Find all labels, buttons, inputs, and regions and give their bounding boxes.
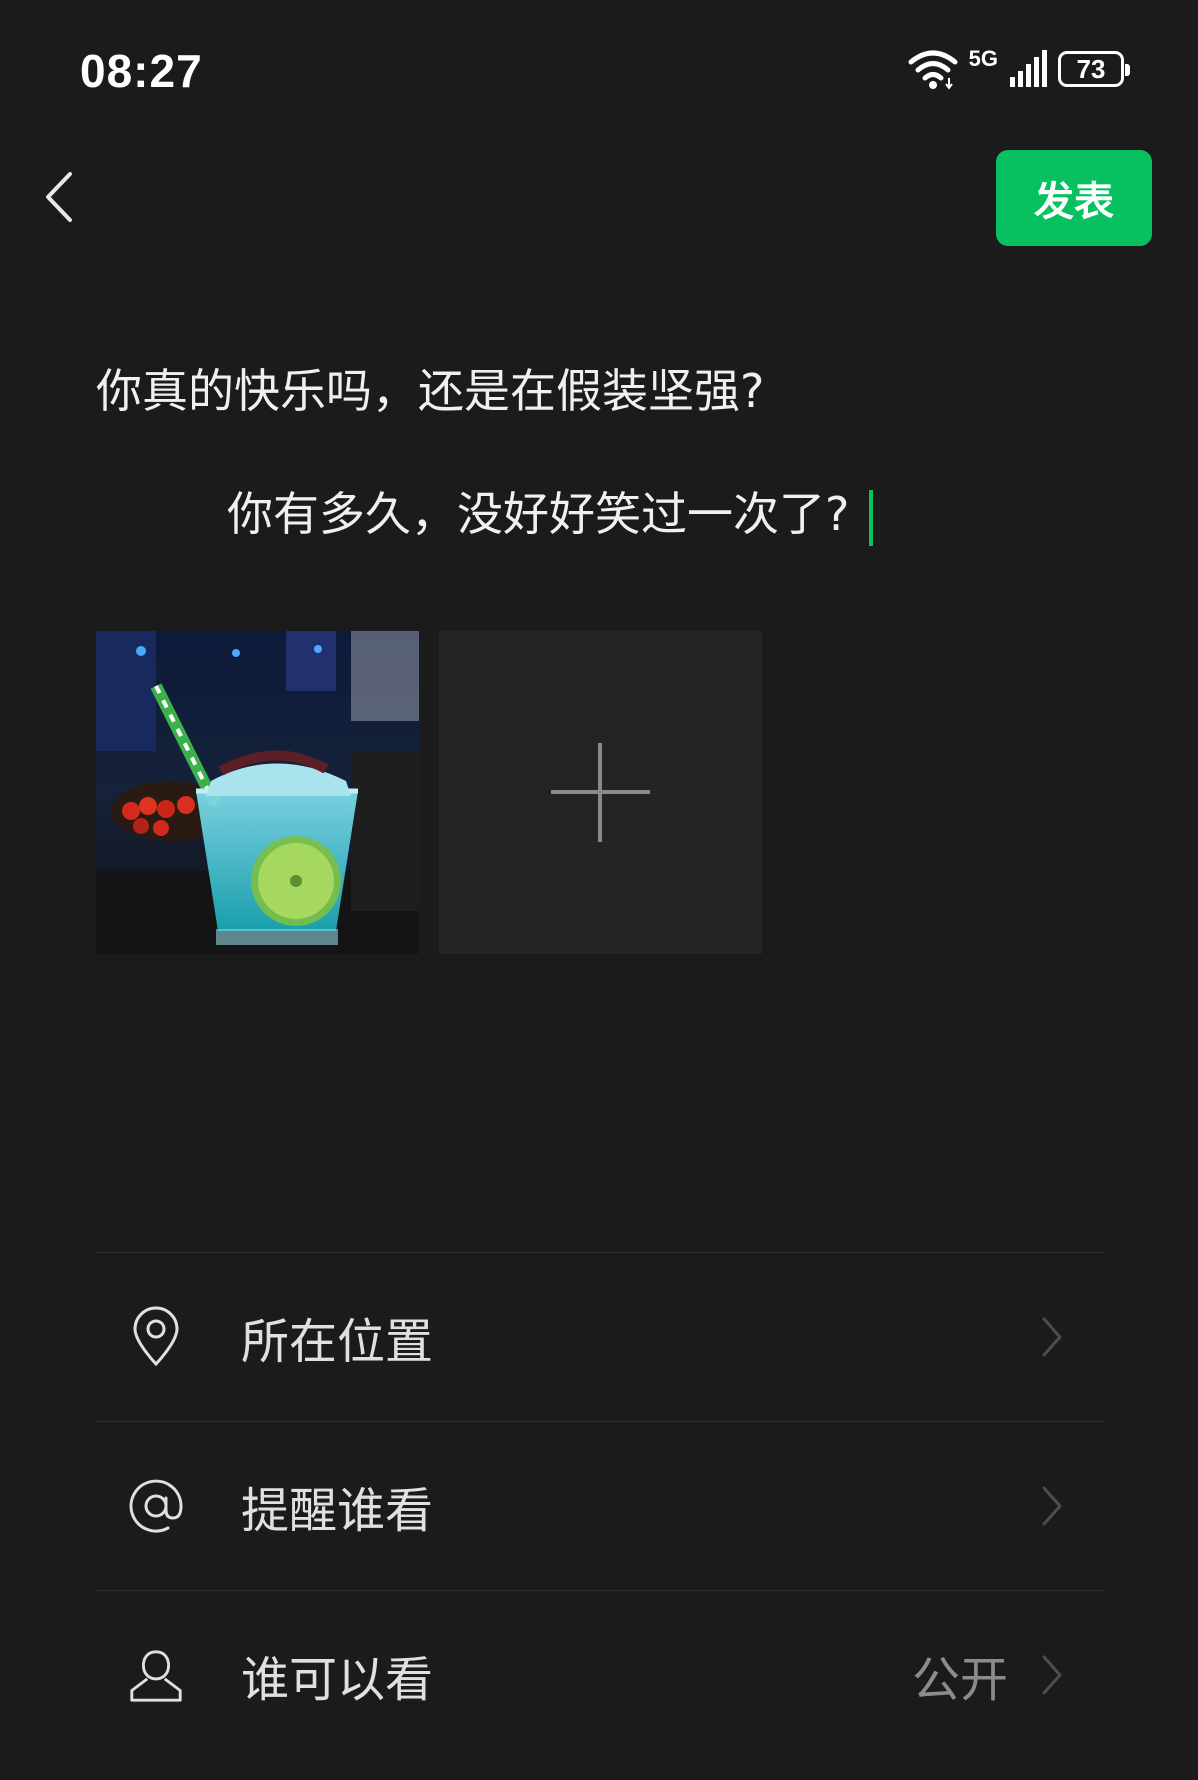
text-caret xyxy=(869,489,874,546)
option-label: 提醒谁看 xyxy=(241,1483,434,1539)
location-pin-icon xyxy=(126,1306,186,1367)
status-time: 08:27 xyxy=(80,45,203,97)
status-bar: 08:27 5G 73 xyxy=(0,0,1198,140)
mention-option[interactable]: 提醒谁看 xyxy=(96,1421,1104,1590)
option-label: 所在位置 xyxy=(241,1314,434,1370)
options-list: 所在位置 提醒谁看 谁可以看 公开 xyxy=(96,1252,1104,1759)
chevron-right-icon xyxy=(1042,1486,1062,1526)
post-text-line: 你真的快乐吗，还是在假装坚强? xyxy=(96,364,765,418)
network-label: 5G xyxy=(968,46,998,71)
person-icon xyxy=(126,1645,186,1705)
wifi-icon xyxy=(908,50,958,90)
back-button[interactable] xyxy=(36,162,86,232)
photo-thumbnail[interactable] xyxy=(96,631,419,954)
post-text-input[interactable]: 你真的快乐吗，还是在假装坚强? 你有多久，没好好笑过一次了? xyxy=(96,330,1096,576)
cocktail-photo xyxy=(96,631,419,954)
option-value: 公开 xyxy=(911,1652,1008,1708)
status-icons: 5G 73 xyxy=(907,46,1130,90)
chevron-right-icon xyxy=(1042,1655,1062,1695)
post-text-line: 你有多久，没好好笑过一次了? xyxy=(96,453,1096,576)
battery-icon: 73 xyxy=(1058,51,1130,87)
post-button[interactable]: 发表 xyxy=(996,150,1152,246)
at-sign-icon xyxy=(126,1476,186,1536)
signal-icon xyxy=(1010,50,1047,87)
option-label: 谁可以看 xyxy=(241,1652,434,1708)
chevron-left-icon xyxy=(46,172,72,222)
location-option[interactable]: 所在位置 xyxy=(96,1252,1104,1421)
add-photo-button[interactable] xyxy=(439,631,762,954)
chevron-right-icon xyxy=(1042,1317,1062,1357)
visibility-option[interactable]: 谁可以看 公开 xyxy=(96,1590,1104,1759)
battery-level: 73 xyxy=(1076,53,1106,84)
